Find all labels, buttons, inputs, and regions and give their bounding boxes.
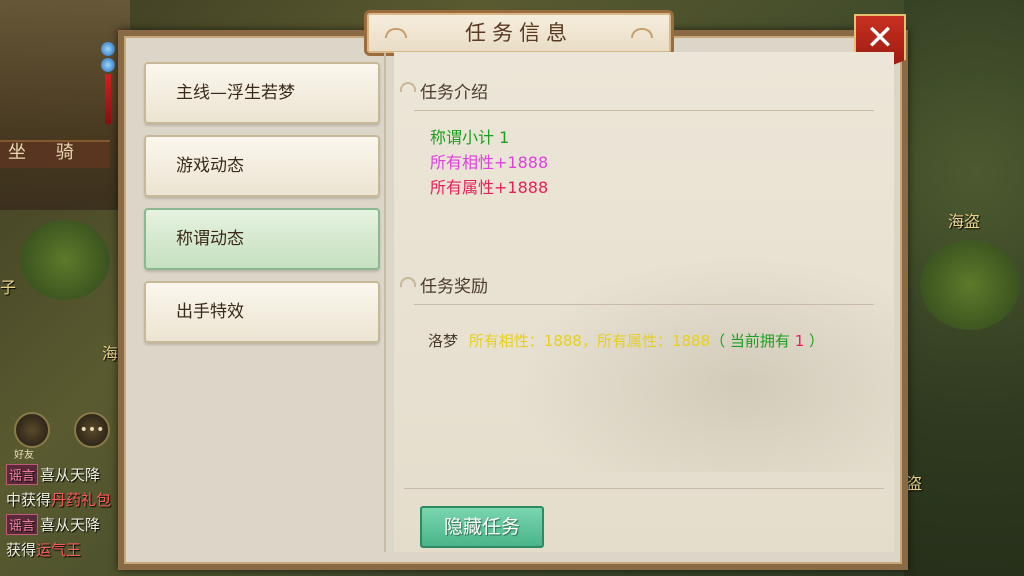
tab-main-quest[interactable]: 主线—浮生若梦 bbox=[144, 62, 380, 124]
bead-icon bbox=[101, 58, 115, 72]
cloud-icon bbox=[400, 277, 416, 287]
intro-line: 称谓小计 1 bbox=[430, 128, 510, 147]
npc-label-partial[interactable]: 子 bbox=[0, 274, 16, 298]
chat-icon: ••• bbox=[79, 422, 105, 438]
friends-label: 好友 bbox=[14, 450, 34, 461]
cloud-icon bbox=[385, 28, 407, 38]
npc-label-partial[interactable]: 盗 bbox=[906, 470, 922, 494]
foliage bbox=[20, 220, 110, 300]
reward-line: 洛梦 所有相性：1888，所有属性：1888（ 当前拥有 1 ） bbox=[428, 330, 824, 351]
hide-task-button[interactable]: 隐藏任务 bbox=[420, 506, 544, 548]
panel-divider bbox=[384, 52, 386, 552]
bead-icon bbox=[101, 42, 115, 56]
intro-line: 所有属性+1888 bbox=[430, 178, 549, 197]
chat-line: 中获得丹药礼包 bbox=[6, 491, 112, 509]
intro-heading: 任务介绍 bbox=[420, 83, 488, 103]
task-info-dialog: 任务信息 ✕ 主线—浮生若梦 游戏动态 称谓动态 出手特效 任务介绍 称谓小计 … bbox=[118, 10, 908, 570]
cloud-icon bbox=[400, 82, 416, 92]
ink-landscape-decoration bbox=[514, 252, 894, 472]
owned-count: 1 bbox=[794, 332, 805, 350]
pendant-ornament bbox=[100, 40, 116, 150]
divider bbox=[414, 110, 874, 111]
mount-sign: 坐 骑 bbox=[8, 142, 86, 163]
rumor-tag[interactable]: 谣言 bbox=[6, 514, 39, 535]
divider bbox=[414, 304, 874, 305]
dialog-titlebar: 任务信息 bbox=[364, 10, 674, 56]
friends-button[interactable] bbox=[14, 412, 50, 448]
tab-attack-effects[interactable]: 出手特效 bbox=[144, 281, 380, 343]
task-content-panel: 任务介绍 称谓小计 1 所有相性+1888 所有属性+1888 任务奖励 洛梦 … bbox=[394, 52, 894, 552]
rumor-tag[interactable]: 谣言 bbox=[6, 464, 39, 485]
chat-bubble-button[interactable]: ••• bbox=[74, 412, 110, 448]
reward-desc: 所有相性：1888，所有属性：1888 bbox=[468, 332, 711, 350]
owned-suffix: ） bbox=[804, 332, 825, 350]
npc-label-partial[interactable]: 海 bbox=[102, 340, 118, 364]
cloud-icon bbox=[631, 28, 653, 38]
dialog-title: 任务信息 bbox=[465, 21, 573, 45]
reward-heading: 任务奖励 bbox=[420, 277, 488, 297]
foliage bbox=[920, 240, 1020, 330]
divider bbox=[404, 488, 884, 489]
intro-line: 所有相性+1888 bbox=[430, 153, 549, 172]
chat-item-link[interactable]: 丹药礼包 bbox=[51, 491, 111, 509]
chat-item-link[interactable]: 运气王 bbox=[36, 541, 81, 559]
npc-label-pirate[interactable]: 海盗 bbox=[948, 208, 980, 232]
owned-prefix: （ 当前拥有 bbox=[710, 332, 795, 350]
chat-line: 获得运气王 bbox=[6, 541, 82, 559]
tab-title-news[interactable]: 称谓动态 bbox=[144, 208, 380, 270]
tab-list: 主线—浮生若梦 游戏动态 称谓动态 出手特效 bbox=[134, 54, 382, 554]
chat-line: 谣言 喜从天降 bbox=[6, 464, 100, 485]
tassel-icon bbox=[105, 74, 111, 124]
chat-line: 谣言 喜从天降 bbox=[6, 514, 100, 535]
reward-name: 洛梦 bbox=[428, 332, 459, 350]
tab-game-news[interactable]: 游戏动态 bbox=[144, 135, 380, 197]
